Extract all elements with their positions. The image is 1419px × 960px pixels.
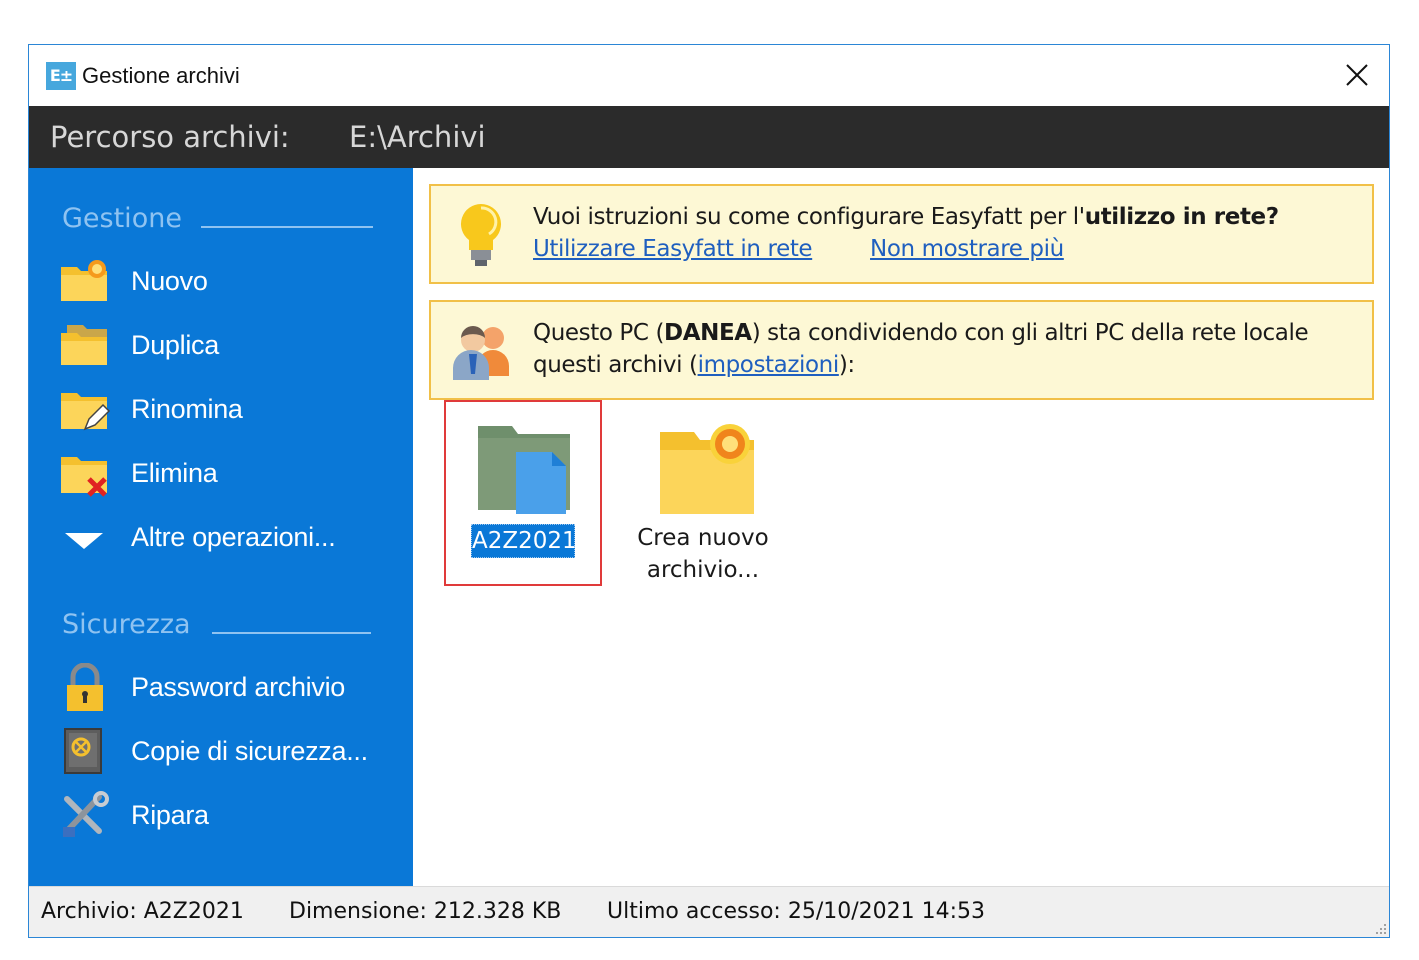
archive-tile-a2z2021[interactable]: A2Z2021 [444,400,602,586]
chevron-down-icon [65,533,103,549]
share-text-line2-prefix: questi archivi ( [533,352,698,378]
section-divider [212,632,371,634]
status-archivio: Archivio: A2Z2021 [41,899,244,924]
new-folder-icon [61,260,107,301]
path-label: Percorso archivi: [50,120,290,154]
easyfatt-app-icon: E± [46,62,76,90]
delete-folder-icon [61,457,107,497]
sidebar-item-password-archivio[interactable]: Password archivio [59,660,399,716]
archive-label: A2Z2021 [471,524,577,558]
archive-manager-window: E± Gestione archivi Percorso archivi: E:… [28,44,1390,938]
create-archive-label-line1: Crea nuovo [637,525,769,551]
close-icon [1346,64,1368,86]
tools-icon [63,791,109,837]
network-info-prefix: Vuoi istruzioni su come configurare Easy… [533,204,1085,230]
share-info-line1: Questo PC (DANEA) sta condividendo con g… [533,317,1309,349]
create-archive-tile[interactable]: Crea nuovo archivio... [618,400,788,586]
link-utilizzare-easyfatt-in-rete[interactable]: Utilizzare Easyfatt in rete [533,236,813,262]
title-bar: E± Gestione archivi [29,45,1389,106]
share-info-banner: Questo PC (DANEA) sta condividendo con g… [429,300,1374,400]
create-archive-label: Crea nuovo archivio... [618,522,788,586]
safe-icon [64,728,102,774]
network-info-bold: utilizzo in rete? [1084,204,1279,230]
rename-folder-icon [61,393,111,431]
duplicate-folder-icon [61,325,107,365]
sidebar-item-label: Ripara [131,800,209,830]
sidebar-item-nuovo[interactable]: Nuovo [59,254,399,310]
sidebar-item-altre-operazioni[interactable]: Altre operazioni... [59,510,399,566]
lightbulb-icon [461,204,501,266]
close-button[interactable] [1337,55,1377,95]
section-title-sicurezza: Sicurezza [62,609,191,640]
status-bar: Archivio: A2Z2021 Dimensione: 212.328 KB… [29,886,1389,937]
share-text-prefix: Questo PC ( [533,320,665,346]
new-archive-folder-icon [660,424,754,514]
sidebar-item-label: Altre operazioni... [131,522,336,552]
section-divider [201,226,373,228]
link-non-mostrare-piu[interactable]: Non mostrare più [870,236,1064,262]
sidebar-item-label: Copie di sicurezza... [131,736,368,766]
sidebar-item-label: Elimina [131,458,218,488]
network-info-banner: Vuoi istruzioni su come configurare Easy… [429,184,1374,284]
sidebar-item-label: Password archivio [131,672,345,702]
users-icon [453,326,509,380]
archive-path-bar: Percorso archivi: E:\Archivi [29,106,1389,168]
pc-name: DANEA [664,320,752,346]
network-info-text: Vuoi istruzioni su come configurare Easy… [533,201,1279,233]
sidebar-item-duplica[interactable]: Duplica [59,318,399,374]
sidebar-item-label: Rinomina [131,394,243,424]
sidebar-item-label: Duplica [131,330,219,360]
status-ultimo-accesso: Ultimo accesso: 25/10/2021 14:53 [607,899,986,924]
sidebar-item-label: Nuovo [131,266,208,296]
main-content: Vuoi istruzioni su come configurare Easy… [413,168,1389,888]
link-impostazioni[interactable]: impostazioni [698,352,840,378]
create-archive-label-line2: archivio... [646,557,760,583]
archive-folder-icon [478,426,570,514]
path-value: E:\Archivi [349,120,486,154]
section-title-gestione: Gestione [62,203,182,234]
sidebar: Gestione Nuovo Duplica Rinomina Elimina … [29,168,413,888]
window-title: Gestione archivi [82,63,240,88]
share-info-line2: questi archivi (impostazioni): [533,349,855,381]
share-text-line2-suffix: ): [838,352,855,378]
share-text-suffix: ) sta condividendo con gli altri PC dell… [751,320,1309,346]
network-info-links: Utilizzare Easyfatt in rete Non mostrare… [533,233,1064,265]
sidebar-item-elimina[interactable]: Elimina [59,446,399,502]
sidebar-item-ripara[interactable]: Ripara [59,788,399,844]
padlock-icon [67,663,103,711]
resize-grip-icon[interactable] [1373,921,1387,935]
sidebar-item-copie-di-sicurezza[interactable]: Copie di sicurezza... [59,724,399,780]
status-dimensione: Dimensione: 212.328 KB [289,899,562,924]
sidebar-item-rinomina[interactable]: Rinomina [59,382,399,438]
